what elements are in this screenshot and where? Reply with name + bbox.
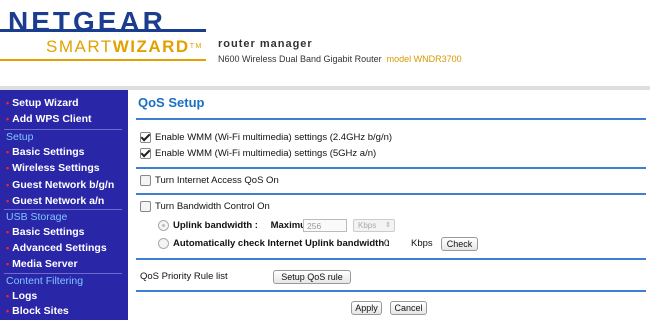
router-manager-title: router manager bbox=[218, 38, 313, 50]
bullet-icon: • bbox=[6, 163, 10, 173]
sidebar-item-label: Wireless Settings bbox=[12, 162, 100, 174]
internet-qos-row: Turn Internet Access QoS On bbox=[140, 174, 279, 188]
setup-qos-rule-button[interactable]: Setup QoS rule bbox=[273, 270, 351, 284]
sidebar-section-setup: Setup bbox=[6, 131, 34, 143]
logo-tm: TM bbox=[189, 43, 203, 50]
logo-wizard: WIZARD bbox=[112, 37, 190, 56]
router-description: N600 Wireless Dual Band Gigabit Router m… bbox=[218, 54, 462, 64]
sidebar-item-logs[interactable]: • Logs bbox=[6, 288, 37, 304]
smartwizard-logo: SMARTWIZARDTM bbox=[46, 38, 203, 56]
logo-smart: SMART bbox=[46, 37, 113, 56]
sidebar-item-add-wps[interactable]: • Add WPS Client bbox=[6, 111, 92, 127]
bandwidth-control-row: Turn Bandwidth Control On bbox=[140, 200, 270, 214]
chevron-updown-icon: ⇕ bbox=[385, 222, 391, 229]
cancel-button[interactable]: Cancel bbox=[390, 301, 427, 315]
logo-blue-rule bbox=[0, 29, 206, 32]
auto-check-unit: Kbps bbox=[411, 238, 433, 249]
sidebar-item-advanced-settings[interactable]: • Advanced Settings bbox=[6, 240, 107, 256]
auto-check-label: Automatically check Internet Uplink band… bbox=[173, 238, 390, 249]
uplink-bandwidth-label: Uplink bandwidth : bbox=[173, 220, 258, 231]
sidebar-item-usb-basic-settings[interactable]: • Basic Settings bbox=[6, 224, 85, 240]
auto-check-radio[interactable] bbox=[158, 237, 169, 249]
section-divider bbox=[136, 118, 646, 120]
sidebar-item-label: Advanced Settings bbox=[12, 242, 107, 254]
uplink-unit-select[interactable]: Kbps ⇕ bbox=[353, 219, 395, 232]
logo-gold-rule bbox=[0, 59, 206, 61]
bullet-icon: • bbox=[6, 243, 10, 253]
wmm-5ghz-row: Enable WMM (Wi-Fi multimedia) settings (… bbox=[140, 147, 376, 161]
bullet-icon: • bbox=[6, 180, 10, 190]
wmm-5ghz-checkbox[interactable] bbox=[140, 147, 151, 159]
section-divider bbox=[136, 167, 646, 169]
sidebar-item-label: Guest Network b/g/n bbox=[12, 179, 115, 191]
auto-check-value: 0 bbox=[384, 238, 390, 249]
sidebar-item-media-server[interactable]: • Media Server bbox=[6, 256, 78, 272]
sidebar-item-guest-network-an[interactable]: • Guest Network a/n bbox=[6, 193, 104, 209]
bandwidth-control-checkbox[interactable] bbox=[140, 200, 151, 212]
bullet-icon: • bbox=[6, 196, 10, 206]
header: NETGEAR SMARTWIZARDTM router manager N60… bbox=[0, 0, 650, 86]
sidebar-item-label: Logs bbox=[12, 290, 38, 302]
internet-qos-label: Turn Internet Access QoS On bbox=[155, 175, 279, 186]
wmm-24ghz-label: Enable WMM (Wi-Fi multimedia) settings (… bbox=[155, 132, 393, 143]
sidebar-item-setup-wizard[interactable]: • Setup Wizard bbox=[6, 95, 79, 111]
sidebar-item-label: Add WPS Client bbox=[12, 113, 92, 125]
sidebar-item-label: Guest Network a/n bbox=[12, 195, 105, 207]
priority-rule-label: QoS Priority Rule list bbox=[140, 271, 228, 282]
router-model: model WNDR3700 bbox=[386, 54, 462, 64]
page-title: QoS Setup bbox=[138, 95, 205, 110]
sidebar-item-label: Basic Settings bbox=[12, 146, 85, 158]
sidebar-item-label: Basic Settings bbox=[12, 226, 85, 238]
section-divider bbox=[136, 193, 646, 195]
uplink-bandwidth-row: Uplink bandwidth : Maximum bbox=[158, 219, 314, 233]
bullet-icon: • bbox=[6, 114, 10, 124]
apply-button[interactable]: Apply bbox=[351, 301, 382, 315]
bullet-icon: • bbox=[6, 259, 10, 269]
bullet-icon: • bbox=[6, 227, 10, 237]
sidebar-section-content-filtering: Content Filtering bbox=[6, 275, 84, 287]
wmm-24ghz-checkbox[interactable] bbox=[140, 131, 151, 143]
internet-qos-checkbox[interactable] bbox=[140, 174, 151, 186]
uplink-bandwidth-input[interactable]: 256 bbox=[303, 219, 347, 232]
sidebar: • Setup Wizard • Add WPS Client Setup • Bas… bbox=[0, 90, 128, 320]
auto-check-row: Automatically check Internet Uplink band… bbox=[158, 237, 390, 251]
sidebar-item-wireless-settings[interactable]: • Wireless Settings bbox=[6, 160, 100, 176]
uplink-bandwidth-radio[interactable] bbox=[158, 219, 169, 231]
sidebar-item-guest-network-bgn[interactable]: • Guest Network b/g/n bbox=[6, 177, 114, 193]
sidebar-item-block-sites[interactable]: • Block Sites bbox=[6, 303, 69, 319]
sidebar-item-label: Media Server bbox=[12, 258, 78, 270]
bullet-icon: • bbox=[6, 147, 10, 157]
bullet-icon: • bbox=[6, 98, 10, 108]
section-divider bbox=[136, 258, 646, 260]
wmm-5ghz-label: Enable WMM (Wi-Fi multimedia) settings (… bbox=[155, 148, 377, 159]
bullet-icon: • bbox=[6, 291, 10, 301]
section-divider bbox=[136, 290, 646, 292]
check-button[interactable]: Check bbox=[441, 237, 478, 251]
sidebar-item-label: Block Sites bbox=[12, 305, 69, 317]
sidebar-item-basic-settings[interactable]: • Basic Settings bbox=[6, 144, 85, 160]
bandwidth-control-label: Turn Bandwidth Control On bbox=[155, 201, 270, 212]
bullet-icon: • bbox=[6, 306, 10, 316]
wmm-24ghz-row: Enable WMM (Wi-Fi multimedia) settings (… bbox=[140, 131, 392, 145]
router-desc-text: N600 Wireless Dual Band Gigabit Router bbox=[218, 54, 382, 64]
sidebar-section-usb-storage: USB Storage bbox=[6, 211, 68, 223]
uplink-unit-value: Kbps bbox=[358, 221, 377, 230]
sidebar-item-label: Setup Wizard bbox=[12, 97, 79, 109]
main-panel: QoS Setup Enable WMM (Wi-Fi multimedia) … bbox=[128, 90, 650, 320]
